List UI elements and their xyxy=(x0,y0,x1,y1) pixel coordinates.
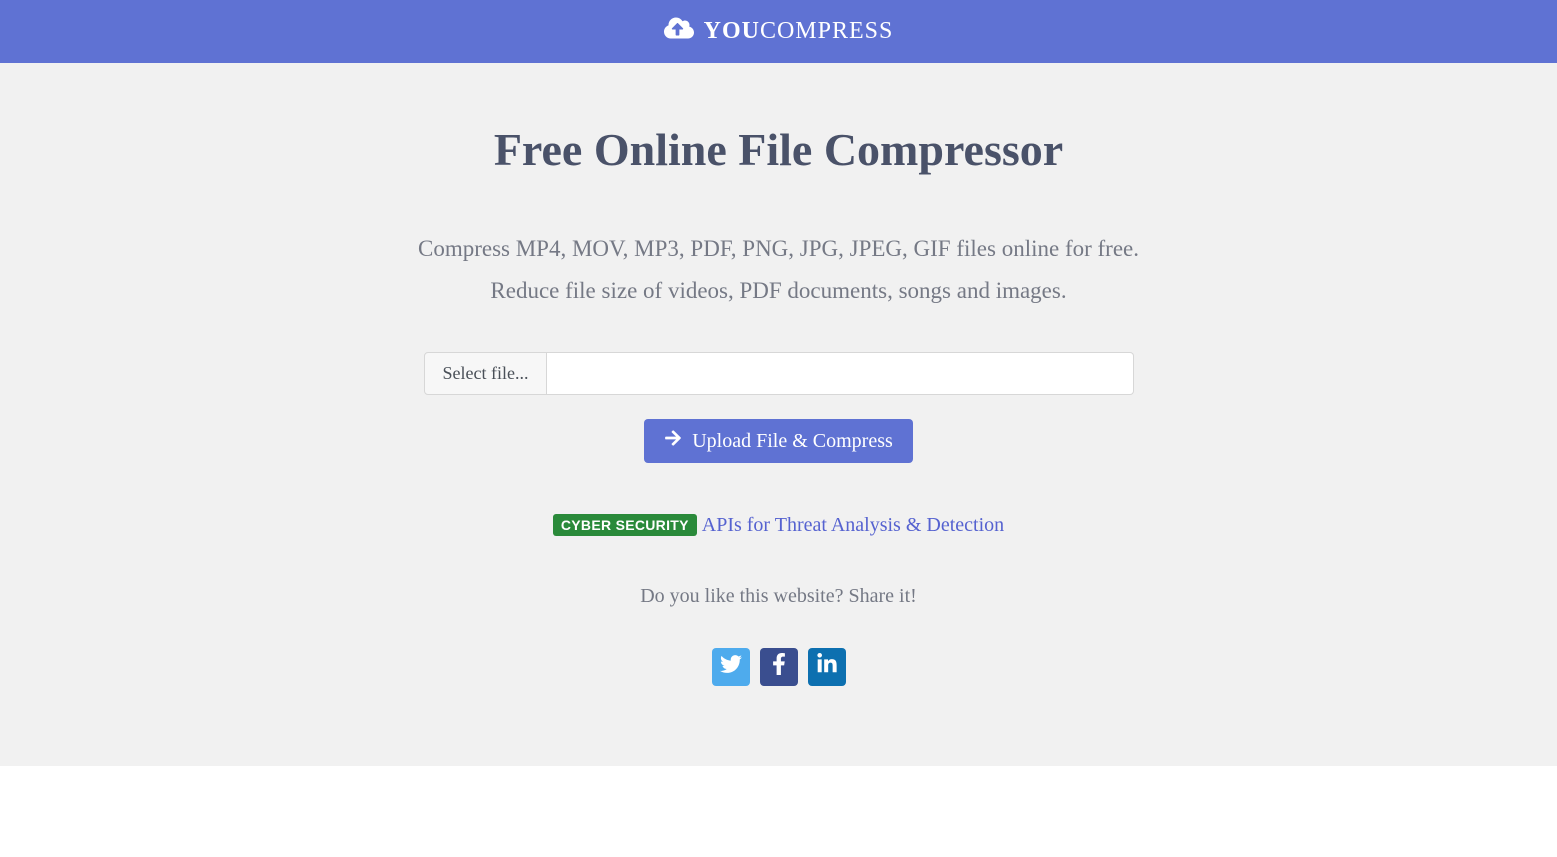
upload-compress-button[interactable]: Upload File & Compress xyxy=(644,419,913,463)
facebook-icon xyxy=(768,653,790,680)
share-prompt: Do you like this website? Share it! xyxy=(20,585,1537,608)
header: YOUCOMPRESS xyxy=(0,0,1557,63)
select-file-button[interactable]: Select file... xyxy=(424,352,548,395)
main-content: Free Online File Compressor Compress MP4… xyxy=(0,63,1557,766)
logo[interactable]: YOUCOMPRESS xyxy=(664,16,894,47)
social-share-row xyxy=(712,648,846,686)
promo-link[interactable]: APIs for Threat Analysis & Detection xyxy=(702,514,1004,536)
twitter-icon xyxy=(720,653,742,680)
page-title: Free Online File Compressor xyxy=(20,123,1537,176)
arrow-right-icon xyxy=(664,429,682,453)
share-linkedin-button[interactable] xyxy=(808,648,846,686)
upload-button-label: Upload File & Compress xyxy=(692,430,893,453)
subtitle-formats: Compress MP4, MOV, MP3, PDF, PNG, JPG, J… xyxy=(20,236,1537,262)
linkedin-icon xyxy=(816,653,838,680)
file-select-group: Select file... xyxy=(424,352,1134,395)
share-twitter-button[interactable] xyxy=(712,648,750,686)
file-path-field[interactable] xyxy=(547,352,1133,395)
logo-text: YOUCOMPRESS xyxy=(704,18,894,45)
subtitle-reduce: Reduce file size of videos, PDF document… xyxy=(20,278,1537,304)
cloud-upload-icon xyxy=(664,16,694,47)
promo-line: CYBER SECURITY APIs for Threat Analysis … xyxy=(20,513,1537,537)
cyber-security-badge: CYBER SECURITY xyxy=(553,514,697,536)
share-facebook-button[interactable] xyxy=(760,648,798,686)
